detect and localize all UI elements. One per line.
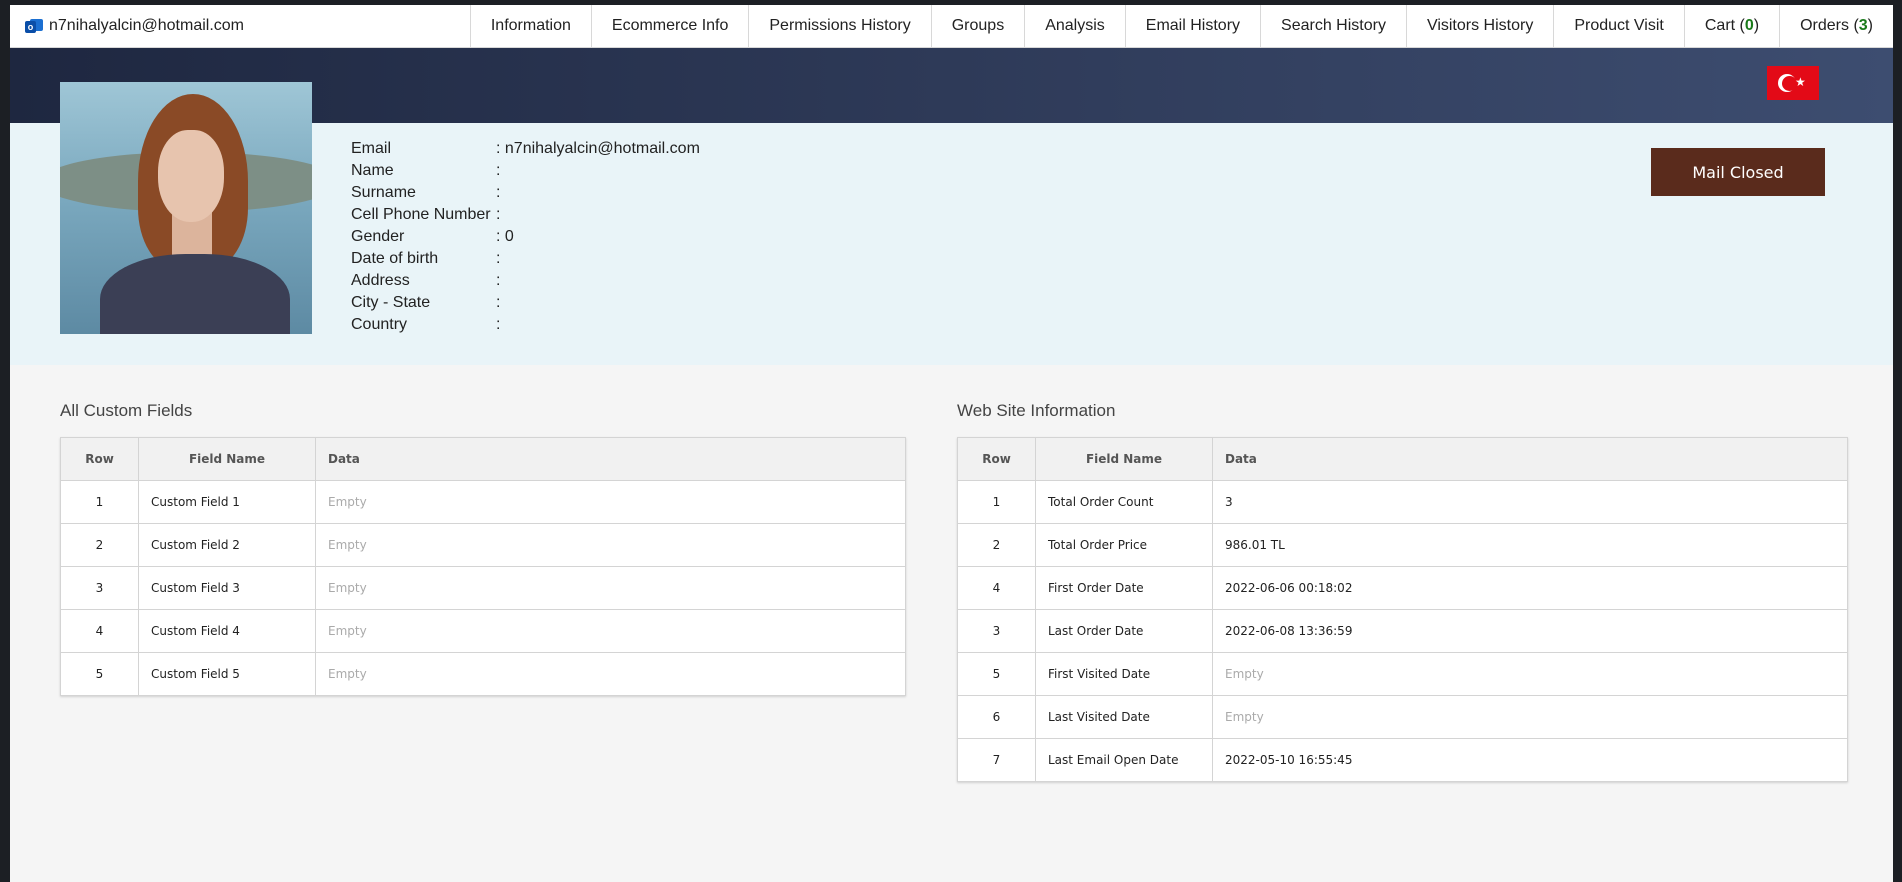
tab-information[interactable]: Information bbox=[469, 5, 591, 47]
tab-ecommerce-info[interactable]: Ecommerce Info bbox=[590, 5, 748, 47]
tab-orders[interactable]: Orders (3) bbox=[1779, 5, 1893, 47]
custom-fields-title: All Custom Fields bbox=[60, 401, 193, 420]
orders-count: 3 bbox=[1858, 17, 1868, 34]
column-header-data[interactable]: Data bbox=[315, 437, 906, 481]
tab-search-history[interactable]: Search History bbox=[1260, 5, 1406, 47]
column-header-data[interactable]: Data bbox=[1212, 437, 1848, 481]
tab-visitors-history[interactable]: Visitors History bbox=[1405, 5, 1553, 47]
table-header-row: Row Field Name Data bbox=[60, 437, 906, 481]
table-row: 3 Last Order Date 2022-06-08 13:36:59 bbox=[957, 609, 1848, 653]
top-navigation: o n7nihalyalcin@hotmail.com Information … bbox=[10, 5, 1893, 48]
account-brand: o n7nihalyalcin@hotmail.com bbox=[10, 5, 470, 47]
column-header-field-name[interactable]: Field Name bbox=[138, 437, 316, 481]
column-header-row[interactable]: Row bbox=[957, 437, 1036, 481]
tab-analysis[interactable]: Analysis bbox=[1024, 5, 1125, 47]
info-row-date-of-birth: Date of birth: bbox=[351, 250, 501, 267]
info-row-name: Name: bbox=[351, 162, 501, 179]
cart-count: 0 bbox=[1744, 17, 1754, 34]
table-row: 1 Custom Field 1 Empty bbox=[60, 480, 906, 524]
website-info-title: Web Site Information bbox=[957, 401, 1116, 420]
tab-email-history[interactable]: Email History bbox=[1124, 5, 1260, 47]
table-row: 4 First Order Date 2022-06-06 00:18:02 bbox=[957, 566, 1848, 610]
table-row: 2 Custom Field 2 Empty bbox=[60, 523, 906, 567]
table-row: 5 First Visited Date Empty bbox=[957, 652, 1848, 696]
table-row: 4 Custom Field 4 Empty bbox=[60, 609, 906, 653]
table-row: 2 Total Order Price 986.01 TL bbox=[957, 523, 1848, 567]
turkey-flag-icon: ★ bbox=[1767, 66, 1819, 100]
custom-fields-table: Row Field Name Data 1 Custom Field 1 Emp… bbox=[60, 437, 906, 696]
info-row-gender: Gender: 0 bbox=[351, 228, 514, 245]
tab-permissions-history[interactable]: Permissions History bbox=[748, 5, 930, 47]
table-row: 5 Custom Field 5 Empty bbox=[60, 652, 906, 696]
account-email: n7nihalyalcin@hotmail.com bbox=[49, 17, 244, 34]
avatar bbox=[60, 82, 312, 334]
info-row-address: Address: bbox=[351, 272, 501, 289]
column-header-row[interactable]: Row bbox=[60, 437, 139, 481]
app-frame: o n7nihalyalcin@hotmail.com Information … bbox=[10, 5, 1893, 882]
info-row-cell-phone: Cell Phone Number: bbox=[351, 206, 501, 223]
tab-cart[interactable]: Cart (0) bbox=[1683, 5, 1779, 47]
mail-closed-button[interactable]: Mail Closed bbox=[1651, 148, 1825, 196]
tab-bar: Information Ecommerce Info Permissions H… bbox=[469, 5, 1893, 47]
table-header-row: Row Field Name Data bbox=[957, 437, 1848, 481]
tab-product-visit[interactable]: Product Visit bbox=[1553, 5, 1684, 47]
table-row: 7 Last Email Open Date 2022-05-10 16:55:… bbox=[957, 738, 1848, 782]
info-row-city-state: City - State: bbox=[351, 294, 501, 311]
table-row: 6 Last Visited Date Empty bbox=[957, 695, 1848, 739]
website-info-table: Row Field Name Data 1 Total Order Count … bbox=[957, 437, 1848, 782]
info-row-email: Email: n7nihalyalcin@hotmail.com bbox=[351, 140, 700, 157]
tab-groups[interactable]: Groups bbox=[930, 5, 1024, 47]
profile-info: Email: n7nihalyalcin@hotmail.com Name: S… bbox=[351, 138, 700, 336]
outlook-icon: o bbox=[25, 18, 43, 34]
info-row-surname: Surname: bbox=[351, 184, 501, 201]
column-header-field-name[interactable]: Field Name bbox=[1035, 437, 1213, 481]
info-row-country: Country: bbox=[351, 316, 501, 333]
table-row: 3 Custom Field 3 Empty bbox=[60, 566, 906, 610]
table-row: 1 Total Order Count 3 bbox=[957, 480, 1848, 524]
